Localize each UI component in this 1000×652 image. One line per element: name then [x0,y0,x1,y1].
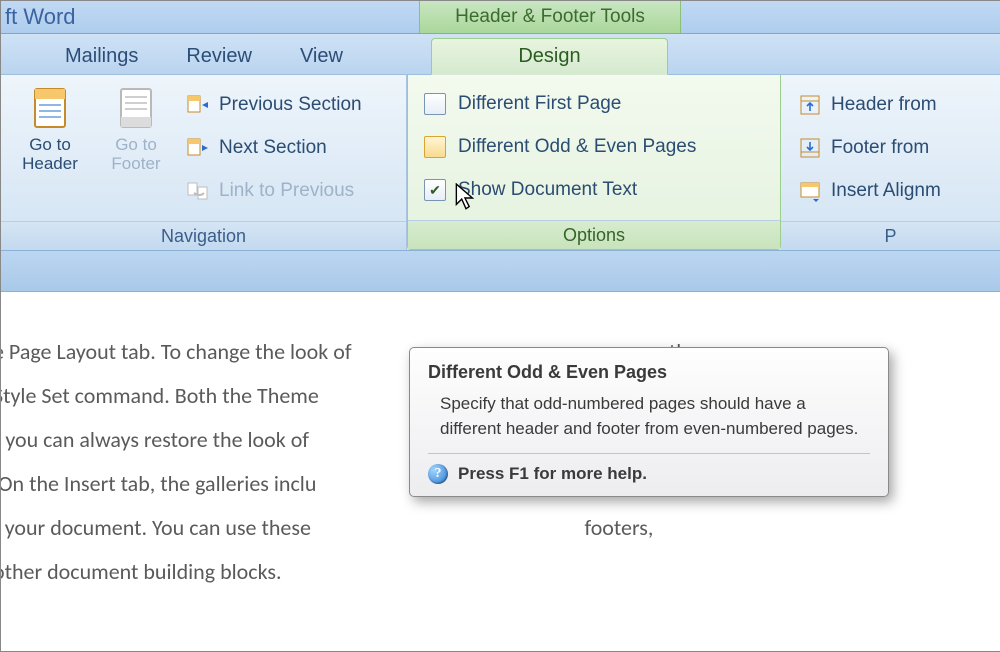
different-odd-even-checkbox[interactable]: Different Odd & Even Pages [424,127,696,167]
link-to-previous-icon [185,178,211,204]
divider [428,453,870,454]
next-section-button[interactable]: Next Section [185,129,362,167]
header-position-icon [797,92,823,118]
group-label-navigation: Navigation [1,221,406,250]
go-to-footer-button[interactable]: Go to Footer [93,79,179,217]
group-label-position: P [781,221,1000,250]
screentip-title: Different Odd & Even Pages [428,362,870,383]
go-to-header-button[interactable]: Go to Header [7,79,93,217]
page-header-icon [27,85,73,131]
group-label-options: Options [408,220,780,249]
ribbon: Go to Header Go to Footer [1,75,1000,251]
tab-mailings[interactable]: Mailings [41,39,162,74]
tab-view[interactable]: View [276,39,367,74]
contextual-tools-tab: Header & Footer Tools [419,1,681,33]
checkbox-icon [424,93,446,115]
group-position: Header from Footer from Insert Alignm [781,75,1000,250]
insert-alignment-tab-button[interactable]: Insert Alignm [797,172,941,210]
different-first-page-checkbox[interactable]: Different First Page [424,84,696,124]
show-document-text-checkbox[interactable]: ✔ Show Document Text [424,170,696,210]
previous-section-icon [185,92,211,118]
next-section-icon [185,135,211,161]
help-icon: ? [428,464,448,484]
alignment-tab-icon [797,178,823,204]
screentip-help-row: ? Press F1 for more help. [428,464,870,484]
footer-from-bottom-button[interactable]: Footer from [797,129,941,167]
app-title-fragment: ft Word [5,4,76,30]
tab-review[interactable]: Review [162,39,276,74]
ribbon-tabstrip: Mailings Review View Design [1,34,1000,75]
footer-position-icon [797,135,823,161]
checkbox-checked-icon: ✔ [424,179,446,201]
screentip-body: Specify that odd-numbered pages should h… [428,391,870,441]
checkbox-icon [424,136,446,158]
tab-design[interactable]: Design [431,38,668,75]
screentip: Different Odd & Even Pages Specify that … [409,347,889,497]
header-from-top-button[interactable]: Header from [797,86,941,124]
link-to-previous-button[interactable]: Link to Previous [185,172,362,210]
page-footer-icon [113,85,159,131]
formula-bar-strip [1,251,1000,292]
previous-section-button[interactable]: Previous Section [185,86,362,124]
group-options: Different First Page Different Odd & Eve… [407,74,781,250]
group-navigation: Go to Header Go to Footer [1,75,407,250]
